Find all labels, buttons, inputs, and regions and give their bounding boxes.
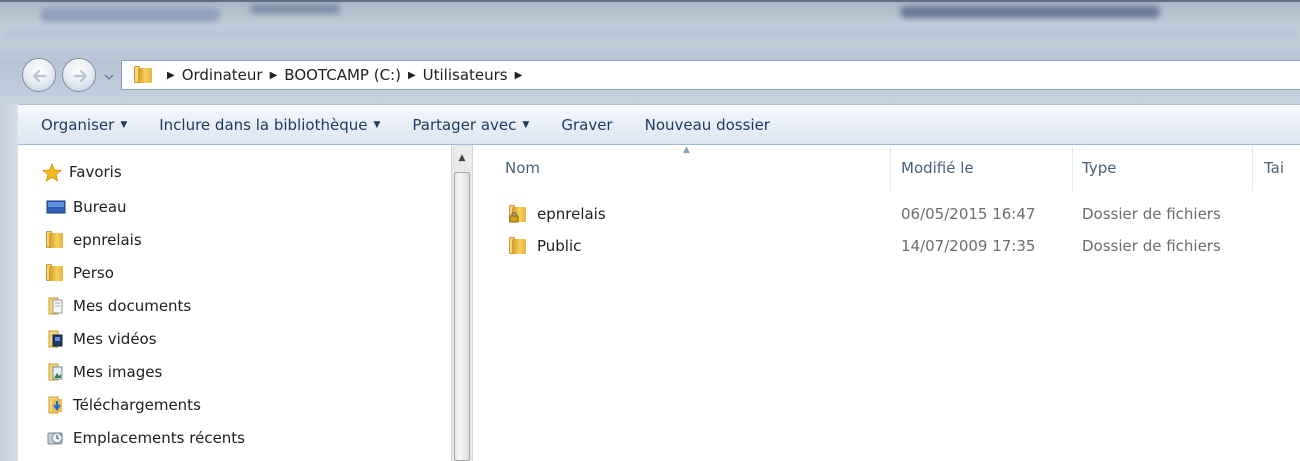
window-titlebar: ▶ Ordinateur ▶ BOOTCAMP (C:) ▶ Utilisate… — [0, 0, 1300, 104]
column-header-name[interactable]: Nom — [505, 159, 540, 177]
file-type: Dossier de fichiers — [1082, 205, 1221, 223]
images-icon — [46, 363, 66, 381]
sidebar-item-mes-videos[interactable]: Mes vidéos — [46, 330, 157, 348]
organiser-label: Organiser — [41, 115, 115, 134]
sidebar-item-label: Perso — [73, 264, 114, 282]
sidebar-item-label: Mes documents — [73, 297, 192, 315]
burn-button[interactable]: Graver — [561, 116, 612, 134]
folder-icon — [132, 66, 152, 84]
file-row-epnrelais[interactable]: epnrelais 06/05/2015 16:47 Dossier de fi… — [473, 202, 1300, 228]
back-button[interactable] — [22, 58, 56, 92]
file-list-pane: ▲ Nom Modifié le Type Tai epnrelais 06/0… — [473, 145, 1300, 461]
dropdown-arrow-icon: ▼ — [120, 119, 128, 130]
navigation-pane: Favoris Bureau epnrelais Perso Mes docum… — [18, 145, 450, 461]
breadcrumb-arrow-icon[interactable]: ▶ — [408, 70, 416, 81]
file-name: Public — [537, 237, 582, 255]
sidebar-item-mes-documents[interactable]: Mes documents — [46, 297, 191, 315]
file-modified-date: 14/07/2009 17:35 — [901, 237, 1036, 255]
include-in-library-menu[interactable]: Inclure dans la bibliothèque ▼ — [159, 116, 380, 134]
column-header-size[interactable]: Tai — [1264, 159, 1284, 177]
folder-icon — [509, 237, 529, 255]
sidebar-item-label: Mes images — [73, 363, 163, 381]
breadcrumb-arrow-icon[interactable]: ▶ — [515, 70, 523, 81]
blurred-titlebar-decoration — [250, 4, 340, 14]
videos-icon — [46, 330, 66, 348]
include-in-library-label: Inclure dans la bibliothèque — [159, 115, 368, 134]
new-folder-button[interactable]: Nouveau dossier — [645, 116, 770, 134]
sort-ascending-icon: ▲ — [683, 145, 690, 155]
desktop-icon — [46, 198, 66, 216]
breadcrumb-arrow-icon[interactable]: ▶ — [167, 70, 175, 81]
blurred-titlebar-decoration — [40, 8, 220, 22]
chevron-down-icon — [104, 74, 114, 80]
sidebar-item-mes-images[interactable]: Mes images — [46, 363, 162, 381]
downloads-icon — [46, 396, 66, 414]
column-divider[interactable] — [1252, 147, 1253, 191]
sidebar-item-label: Emplacements récents — [73, 429, 246, 447]
share-with-label: Partager avec — [412, 115, 517, 134]
file-modified-date: 06/05/2015 16:47 — [901, 205, 1036, 223]
organiser-menu[interactable]: Organiser ▼ — [41, 116, 127, 134]
breadcrumb-bootcamp[interactable]: BOOTCAMP (C:) — [284, 66, 401, 84]
new-folder-label: Nouveau dossier — [644, 115, 770, 134]
blurred-titlebar-decoration — [0, 28, 1300, 40]
recent-places-icon — [46, 429, 66, 447]
burn-label: Graver — [561, 115, 613, 134]
file-name: epnrelais — [537, 205, 606, 223]
folder-icon — [46, 231, 66, 249]
sidebar-item-telechargements[interactable]: Téléchargements — [46, 396, 201, 414]
sidebar-item-epnrelais[interactable]: epnrelais — [46, 231, 142, 249]
file-name-cell: epnrelais — [509, 205, 606, 223]
scrollbar-thumb[interactable] — [454, 172, 470, 461]
sidebar-item-label: epnrelais — [73, 231, 142, 249]
sidebar-item-bureau[interactable]: Bureau — [46, 198, 127, 216]
sidebar-item-label: Favoris — [69, 163, 122, 181]
documents-icon — [46, 297, 66, 315]
recent-locations-dropdown[interactable] — [103, 69, 115, 81]
star-icon — [41, 162, 63, 182]
column-header-type[interactable]: Type — [1082, 159, 1116, 177]
sidebar-item-label: Téléchargements — [73, 396, 201, 414]
sidebar-item-label: Mes vidéos — [73, 330, 157, 348]
navigation-scrollbar[interactable]: ▲ — [451, 145, 473, 461]
sidebar-item-emplacements-recents[interactable]: Emplacements récents — [46, 429, 245, 447]
share-with-menu[interactable]: Partager avec ▼ — [412, 116, 529, 134]
sidebar-item-label: Bureau — [73, 198, 127, 216]
column-header-modified[interactable]: Modifié le — [901, 159, 974, 177]
folder-icon — [46, 264, 66, 282]
breadcrumb-utilisateurs[interactable]: Utilisateurs — [423, 66, 508, 84]
file-type: Dossier de fichiers — [1082, 237, 1221, 255]
forward-arrow-icon — [73, 69, 88, 83]
breadcrumb-ordinateur[interactable]: Ordinateur — [182, 66, 263, 84]
file-row-public[interactable]: Public 14/07/2009 17:35 Dossier de fichi… — [473, 234, 1300, 260]
window-left-border — [0, 104, 18, 461]
back-arrow-icon — [32, 69, 47, 83]
command-bar: Organiser ▼ Inclure dans la bibliothèque ▼… — [18, 104, 1300, 145]
breadcrumb-arrow-icon[interactable]: ▶ — [270, 70, 278, 81]
address-bar[interactable]: ▶ Ordinateur ▶ BOOTCAMP (C:) ▶ Utilisate… — [121, 60, 1300, 90]
sidebar-item-perso[interactable]: Perso — [46, 264, 114, 282]
blurred-titlebar-decoration — [900, 6, 1160, 18]
forward-button[interactable] — [62, 58, 96, 92]
dropdown-arrow-icon: ▼ — [373, 119, 381, 130]
file-name-cell: Public — [509, 237, 581, 255]
locked-folder-icon — [509, 205, 529, 223]
column-divider[interactable] — [1072, 147, 1073, 191]
sidebar-item-favoris[interactable]: Favoris — [41, 162, 122, 182]
column-divider[interactable] — [890, 147, 891, 191]
scroll-up-arrow-icon[interactable]: ▲ — [452, 145, 472, 171]
dropdown-arrow-icon: ▼ — [522, 119, 530, 130]
